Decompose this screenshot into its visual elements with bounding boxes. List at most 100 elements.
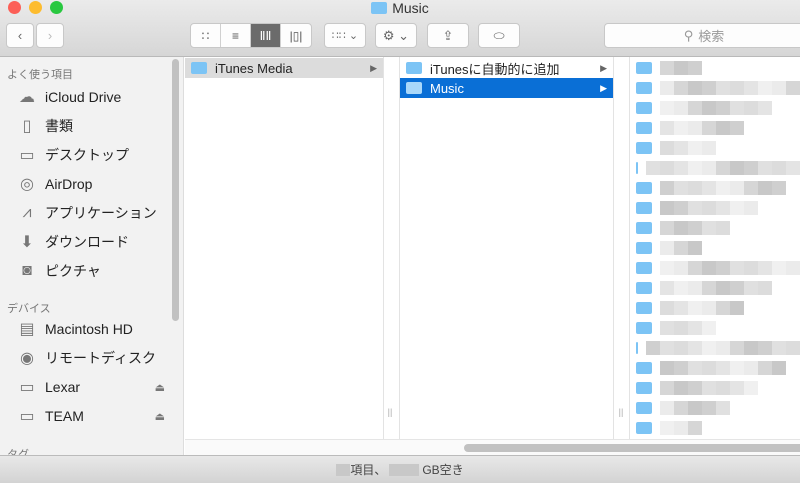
list-item[interactable] [630,58,800,78]
sidebar-item-label: iCloud Drive [45,89,122,105]
redacted-folder-name [660,81,800,95]
list-item[interactable] [630,218,800,238]
redacted-free-space [389,463,420,476]
folder-icon [636,282,652,294]
desktop-icon: ▭ [19,147,35,164]
sidebar: よく使う項目 ☁ iCloud Drive ▯ 書類 ▭ デスクトップ ◎ AirDrop ⩘ ア… [0,57,184,455]
list-item[interactable] [630,118,800,138]
share-button[interactable]: ⇪ [427,23,469,48]
list-item[interactable]: Music ▶ [400,78,613,98]
cloud-icon: ☁ [19,89,35,106]
redacted-folder-name [660,61,702,75]
sidebar-item-label: Lexar [45,379,81,395]
action-gear-button[interactable]: ⚙ ⌄ [375,23,417,48]
redacted-folder-name [660,281,772,295]
sidebar-item[interactable]: ☁ iCloud Drive [17,87,167,107]
sidebar-item-label: ダウンロード [45,234,129,250]
arrange-button[interactable]: ∷∷ ⌄ [324,23,366,48]
redacted-folder-name [660,221,730,235]
window-title: Music [0,0,800,17]
redacted-count [336,463,351,476]
folder-icon [636,162,638,174]
redacted-folder-name [660,421,702,435]
folder-icon [636,262,652,274]
item-label: iTunesに自動的に追加 [430,61,560,77]
list-view-button[interactable]: ≡ [221,24,251,47]
list-item[interactable] [630,178,800,198]
redacted-folder-name [660,261,800,275]
search-placeholder: 検索 [698,29,725,44]
redacted-folder-name [660,101,772,115]
list-item[interactable] [630,278,800,298]
item-label: iTunes Media [215,60,293,76]
sidebar-item[interactable]: ▭ デスクトップ [17,145,167,165]
sidebar-item[interactable]: ▤ Macintosh HD [17,319,167,339]
back-button[interactable]: ‹ [6,23,34,48]
list-item[interactable] [630,258,800,278]
folder-icon [636,82,652,94]
search-icon: ⚲ [683,27,694,43]
sidebar-item-label: リモートディスク [45,350,157,366]
redacted-folder-name [660,381,758,395]
list-item[interactable] [630,398,800,418]
chevron-right-icon: ▶ [600,62,607,73]
list-item[interactable]: iTunesに自動的に追加 ▶ [400,58,613,78]
forward-button[interactable]: › [36,23,64,48]
sidebar-item-label: 書類 [45,118,73,134]
column-view-button[interactable]: ⅡⅡ [251,24,281,47]
sidebar-item[interactable]: ▭ TEAM ⏏ [17,406,167,426]
list-item[interactable] [630,78,800,98]
list-item[interactable] [630,318,800,338]
list-item[interactable]: iTunes Media ▶ [185,58,383,78]
list-item[interactable] [630,298,800,318]
list-item[interactable] [630,138,800,158]
search-field[interactable]: ⚲ 検索 [604,23,800,48]
sidebar-item[interactable]: ◉ リモートディスク [17,348,167,368]
list-item[interactable] [630,198,800,218]
title-bar: Music ‹ › ∷ ≡ ⅡⅡ |▯| ∷∷ ⌄ ⚙ ⌄ ⇪ ⬭ ⚲ 検索 [0,0,800,57]
chevron-right-icon: ▶ [600,82,607,93]
airdrop-icon: ◎ [20,176,34,193]
redacted-folder-name [660,361,786,375]
documents-icon: ▯ [22,118,32,135]
list-item[interactable] [630,98,800,118]
sidebar-item[interactable]: ⬇ ダウンロード [17,232,167,252]
column-2: iTunesに自動的に追加 ▶ Music ▶ || [399,57,623,439]
tag-button[interactable]: ⬭ [478,23,520,48]
folder-icon [636,202,652,214]
eject-icon[interactable]: ⏏ [155,410,165,423]
list-item[interactable] [630,158,800,178]
cover-flow-button[interactable]: |▯| [281,24,311,47]
column-resize-handle[interactable]: || [383,401,397,423]
eject-icon[interactable]: ⏏ [155,381,165,394]
list-item[interactable] [630,378,800,398]
folder-icon [636,142,652,154]
list-item[interactable] [630,418,800,438]
folder-icon [371,2,388,14]
sidebar-item[interactable]: ◙ ピクチャ [17,261,167,281]
redacted-folder-name [660,141,716,155]
column-3 [629,57,800,439]
sidebar-scrollbar[interactable] [172,59,179,321]
list-item[interactable] [630,358,800,378]
redacted-folder-name [660,121,744,135]
folder-icon [636,382,652,394]
drive-icon: ▭ [19,408,35,425]
redacted-folder-name [646,341,800,355]
icon-view-button[interactable]: ∷ [191,24,221,47]
folder-icon [636,182,652,194]
sidebar-item-label: ピクチャ [45,263,101,279]
horizontal-scrollbar[interactable] [185,439,800,455]
sidebar-item[interactable]: ▭ Lexar ⏏ [17,377,167,397]
column-resize-handle[interactable]: || [614,401,628,423]
sidebar-item[interactable]: ⩘ アプリケーション [17,203,167,223]
status-bar: 項目、 GB空き [0,455,800,483]
sidebar-item-label: AirDrop [45,176,93,192]
sidebar-item[interactable]: ◎ AirDrop [17,174,167,194]
redacted-folder-name [660,321,716,335]
sidebar-item[interactable]: ▯ 書類 [17,116,167,136]
scrollbar-thumb[interactable] [464,444,800,452]
list-item[interactable] [630,238,800,258]
redacted-folder-name [660,301,744,315]
list-item[interactable] [630,338,800,358]
